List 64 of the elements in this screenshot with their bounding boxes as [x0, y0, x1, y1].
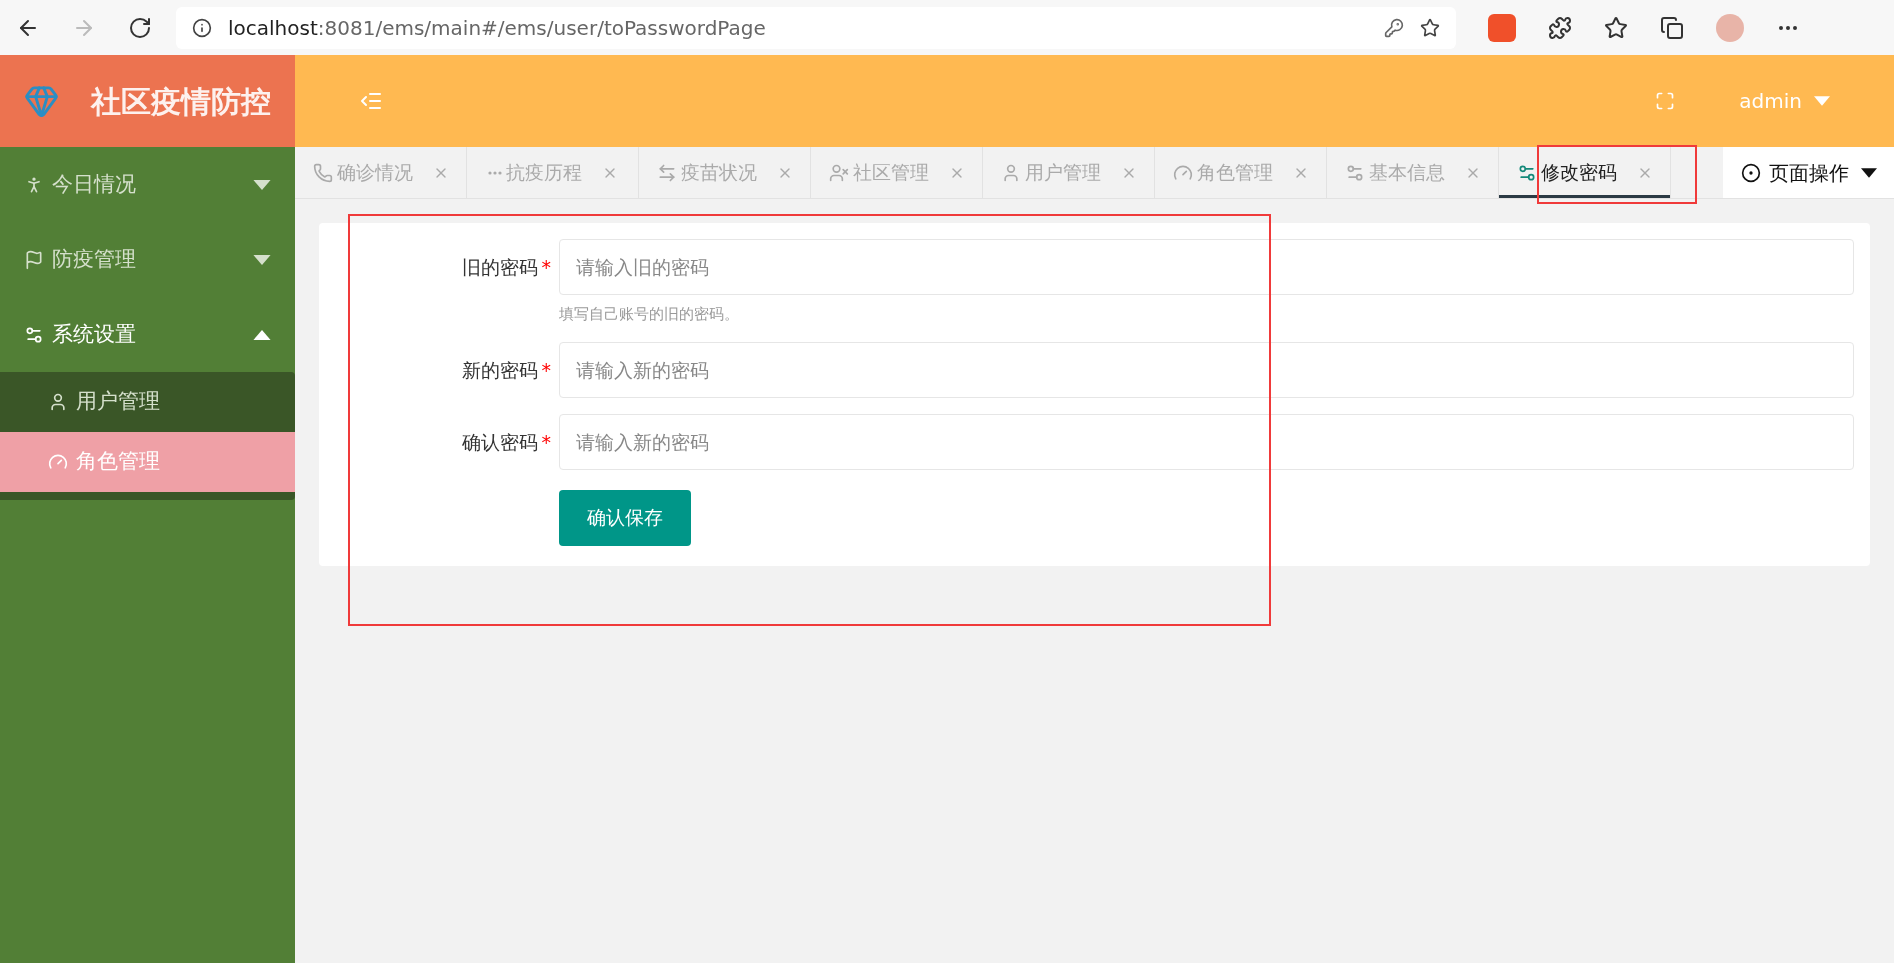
gauge-icon — [48, 452, 68, 472]
url-text: localhost:8081/ems/main#/ems/user/toPasswordPage — [228, 14, 766, 42]
page-tab[interactable]: 确诊情况 — [295, 147, 467, 198]
fullscreen-icon[interactable] — [1655, 91, 1676, 111]
field-label: 新的密码 — [461, 357, 538, 383]
profile-icon[interactable] — [1716, 13, 1744, 42]
sidebar-item-label: 防疫管理 — [52, 245, 136, 273]
sidebar-item-label: 系统设置 — [52, 320, 136, 348]
extension-icon[interactable] — [1488, 13, 1516, 42]
dots-icon — [487, 170, 502, 175]
app-title: 社区疫情防控 — [91, 82, 271, 121]
password-field[interactable]: 请输入新的密码 — [559, 341, 1854, 398]
user-x-icon — [828, 162, 849, 183]
target-icon — [1740, 162, 1761, 183]
field-hint: 填写自己账号的旧的密码。 — [559, 304, 740, 325]
page-tab[interactable]: 疫苗状况 — [639, 147, 811, 198]
caret-icon — [253, 329, 271, 340]
page-tab[interactable]: 角色管理 — [1155, 147, 1327, 198]
page-tab[interactable]: 基本信息 — [1327, 147, 1499, 198]
caret-icon — [253, 179, 271, 190]
reload-icon[interactable] — [128, 15, 152, 40]
tab-label: 疫苗状况 — [680, 160, 757, 186]
address-bar[interactable]: localhost:8081/ems/main#/ems/user/toPasswordPage — [176, 6, 1456, 49]
page-actions-button[interactable]: 页面操作 — [1723, 147, 1894, 198]
submenu-item-label: 用户管理 — [76, 388, 160, 416]
info-icon[interactable] — [192, 17, 212, 38]
page-tab[interactable]: 用户管理 — [983, 147, 1155, 198]
tab-label: 社区管理 — [852, 160, 929, 186]
page-tab[interactable]: 社区管理 — [811, 147, 983, 198]
page-tab[interactable]: 修改密码 — [1499, 147, 1671, 198]
flag-icon — [24, 249, 44, 270]
page-tab[interactable]: 抗疫历程 — [467, 147, 639, 198]
submenu-item[interactable]: 用户管理 — [0, 372, 295, 432]
caret-icon — [1814, 95, 1830, 107]
tab-label: 用户管理 — [1024, 160, 1101, 186]
tab-label: 角色管理 — [1196, 160, 1273, 186]
field-label: 确认密码 — [461, 429, 538, 455]
tab-label: 修改密码 — [1540, 160, 1617, 186]
sidebar-item[interactable]: 防疫管理 — [0, 222, 295, 297]
key-icon[interactable] — [1384, 17, 1404, 38]
tab-label: 基本信息 — [1368, 160, 1445, 186]
sidebar-item[interactable]: 今日情况 — [0, 147, 295, 222]
sidebar-item-label: 今日情况 — [52, 170, 136, 198]
required-mark: * — [541, 429, 551, 455]
submenu-item[interactable]: 角色管理 — [0, 432, 295, 492]
caret-icon — [1860, 166, 1877, 179]
password-field[interactable]: 请输入新的密码 — [559, 413, 1854, 470]
required-mark: * — [541, 357, 551, 383]
tab-label: 抗疫历程 — [505, 160, 582, 186]
phone-icon — [312, 162, 333, 183]
puzzle-icon[interactable] — [1548, 15, 1572, 40]
caret-icon — [253, 254, 271, 265]
save-button[interactable]: 确认保存 — [559, 489, 691, 546]
password-field[interactable]: 请输入旧的密码 — [559, 239, 1854, 295]
star-icon[interactable] — [1420, 17, 1440, 38]
user-menu[interactable]: admin — [1739, 86, 1830, 116]
tab-label: 确诊情况 — [336, 160, 413, 186]
submenu-item-label: 角色管理 — [76, 448, 160, 476]
user-icon — [48, 392, 68, 412]
favorites-icon[interactable] — [1604, 15, 1628, 40]
collections-icon[interactable] — [1660, 15, 1684, 40]
field-label: 旧的密码 — [461, 255, 538, 280]
required-mark: * — [541, 255, 551, 280]
sidebar-item[interactable]: 系统设置 — [0, 297, 295, 372]
